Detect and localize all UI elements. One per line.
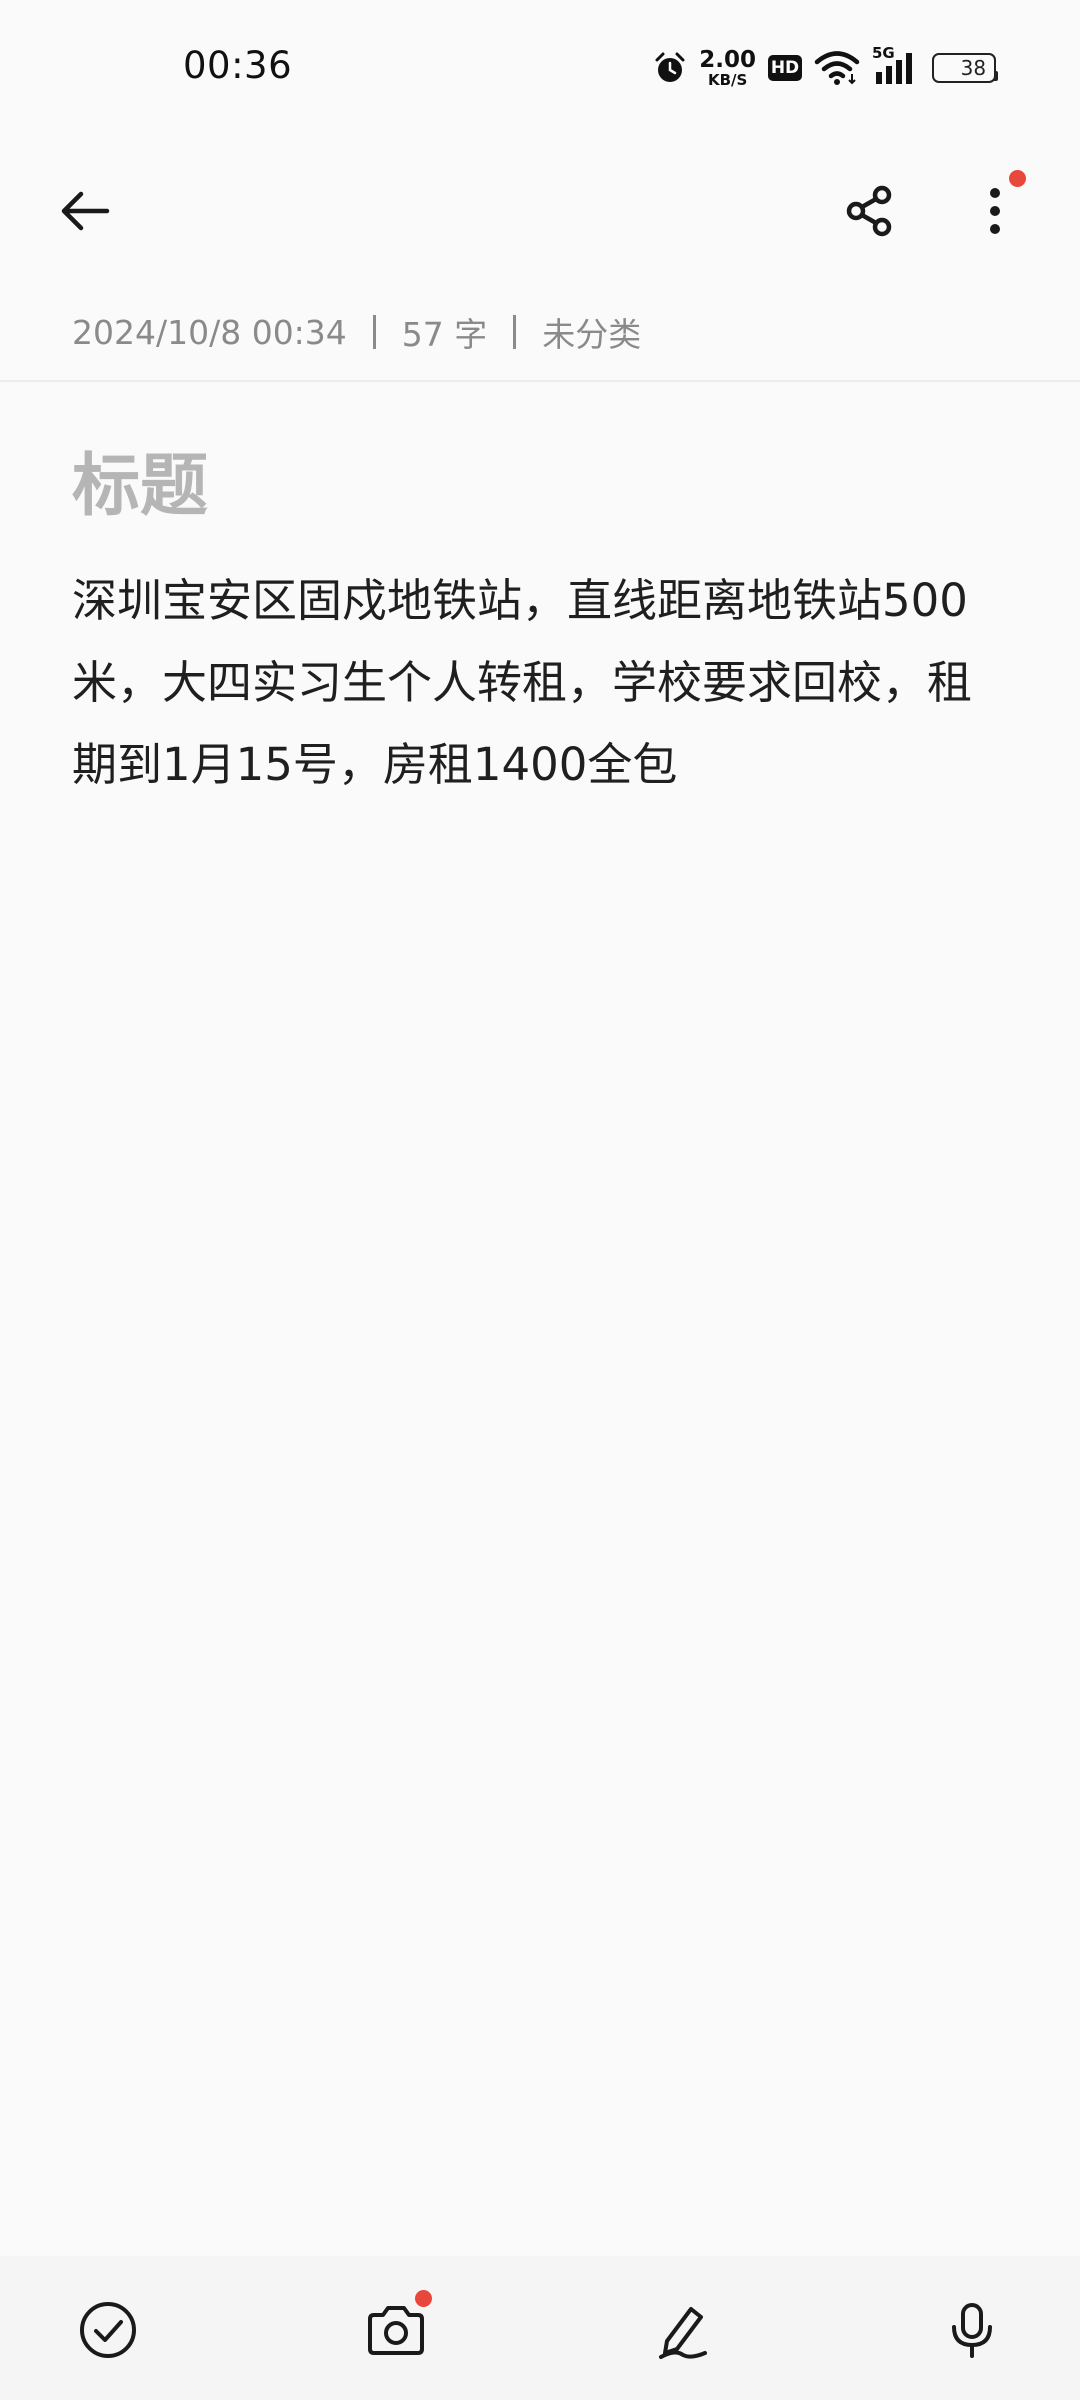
- wifi-icon: [814, 50, 860, 86]
- more-vertical-icon: [990, 188, 1000, 234]
- voice-input-button[interactable]: [924, 2282, 1020, 2378]
- top-app-bar: [0, 150, 1080, 266]
- note-title-field[interactable]: 标题: [72, 430, 208, 529]
- battery-icon: 38: [932, 53, 999, 83]
- bottom-toolbar: [0, 2256, 1080, 2400]
- hd-icon: HD: [768, 55, 802, 81]
- more-options-button[interactable]: [950, 166, 1040, 256]
- note-datetime: 2024/10/8 00:34: [72, 312, 347, 352]
- microphone-icon: [952, 2303, 992, 2358]
- note-editor-screen: 00:36 2.00 KB/S HD 5G 38 2024/10/8 00:34…: [0, 0, 1080, 2400]
- meta-divider: [513, 315, 517, 349]
- back-arrow-icon: [61, 191, 110, 231]
- checklist-icon: [80, 2302, 136, 2358]
- handwriting-button[interactable]: [636, 2282, 732, 2378]
- note-meta: 2024/10/8 00:34 57 字 未分类: [72, 308, 641, 356]
- notification-dot: [1009, 170, 1026, 187]
- share-button[interactable]: [825, 166, 915, 256]
- meta-divider: [372, 315, 376, 349]
- status-bar: 00:36 2.00 KB/S HD 5G 38: [0, 0, 1080, 136]
- note-category[interactable]: 未分类: [542, 308, 641, 356]
- status-icons: 2.00 KB/S HD 5G 38: [653, 44, 999, 92]
- camera-button[interactable]: [348, 2282, 444, 2378]
- note-char-count: 57 字: [401, 315, 488, 354]
- status-time: 00:36: [183, 44, 293, 87]
- network-speed: 2.00 KB/S: [699, 46, 756, 89]
- handwriting-pen-icon: [659, 2307, 707, 2359]
- camera-icon: [368, 2306, 424, 2355]
- back-button[interactable]: [40, 166, 130, 256]
- network-type-label: 5G: [872, 44, 895, 62]
- alarm-icon: [653, 51, 687, 85]
- share-icon: [846, 185, 892, 237]
- header-divider: [0, 380, 1080, 382]
- notification-dot: [415, 2290, 432, 2307]
- cellular-signal-icon: 5G: [872, 44, 920, 86]
- checklist-button[interactable]: [60, 2282, 156, 2378]
- note-content-field[interactable]: 深圳宝安区固戍地铁站，直线距离地铁站500米，大四实习生个人转租，学校要求回校，…: [72, 560, 1012, 806]
